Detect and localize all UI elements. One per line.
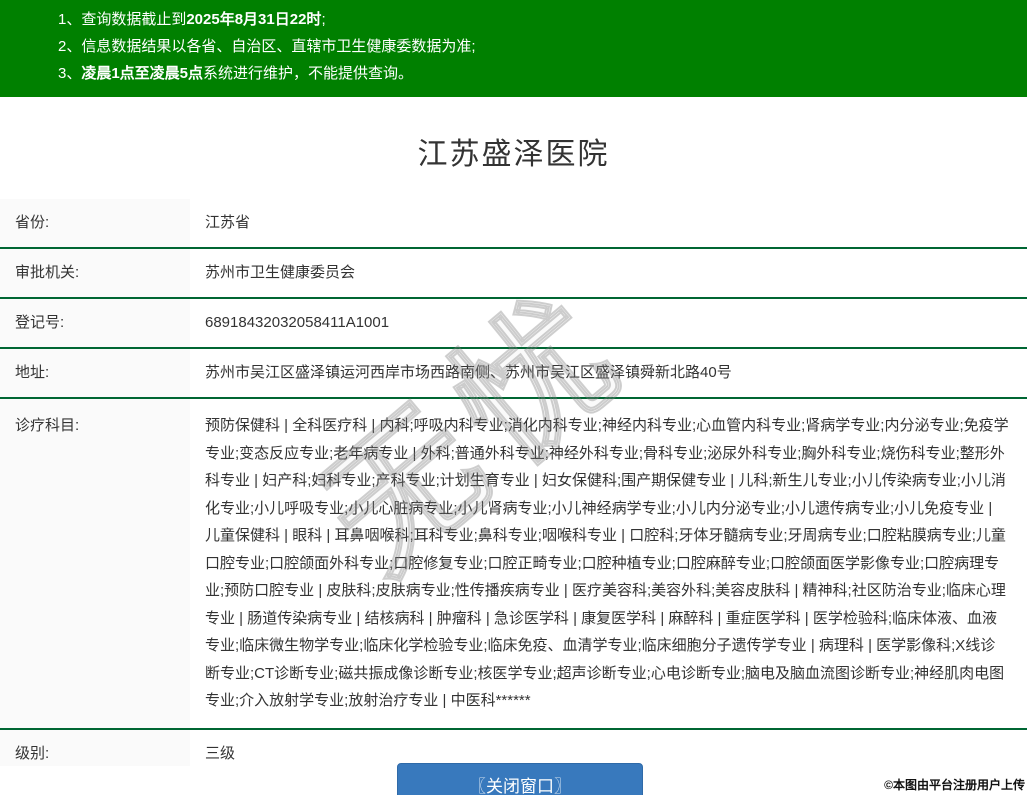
- address-value: 苏州市吴江区盛泽镇运河西岸市场西路南侧、苏州市吴江区盛泽镇舜新北路40号: [205, 364, 732, 381]
- level-value: 三级: [205, 744, 236, 762]
- departments-label: 诊疗科目:: [0, 399, 190, 728]
- info-row-approval-authority: 审批机关: 苏州市卫生健康委员会: [0, 249, 1027, 299]
- notice-line-1: 1、查询数据截止到2025年8月31日22时;: [58, 6, 1017, 33]
- close-window-button[interactable]: 〖关闭窗口〗: [397, 763, 643, 795]
- info-row-level: 级别: 三级: [0, 729, 1027, 766]
- info-row-province: 省份: 江苏省: [0, 199, 1027, 249]
- hospital-query-result-page: 1、查询数据截止到2025年8月31日22时; 2、信息数据结果以各省、自治区、…: [0, 0, 1027, 795]
- notice-1-suffix: ;: [321, 11, 326, 28]
- notice-1-text: 1、查询数据截止到: [58, 11, 187, 28]
- notice-2-text: 2、信息数据结果以各省、自治区、直辖市卫生健康委数据为准;: [58, 38, 476, 55]
- notice-line-3: 3、凌晨1点至凌晨5点系统进行维护，不能提供查询。: [58, 60, 1017, 87]
- info-row-registration-number: 登记号: 68918432032058411A1001: [0, 299, 1027, 349]
- registration-number-value: 68918432032058411A1001: [205, 314, 390, 331]
- province-value: 江苏省: [205, 214, 251, 231]
- notice-line-2: 2、信息数据结果以各省、自治区、直辖市卫生健康委数据为准;: [58, 33, 1017, 60]
- info-row-address: 地址: 苏州市吴江区盛泽镇运河西岸市场西路南侧、苏州市吴江区盛泽镇舜新北路40号: [0, 349, 1027, 399]
- level-label: 级别:: [0, 729, 190, 766]
- notice-3-suffix: 系统进行维护，不能提供查询。: [203, 65, 414, 82]
- hospital-info-table: 省份: 江苏省 审批机关: 苏州市卫生健康委员会 登记号: 6891843203…: [0, 199, 1027, 766]
- registration-number-label: 登记号:: [0, 299, 190, 347]
- province-label: 省份:: [0, 199, 190, 247]
- approval-authority-label: 审批机关:: [0, 249, 190, 297]
- notice-1-bold: 2025年8月31日22时: [186, 11, 322, 28]
- notice-banner: 1、查询数据截止到2025年8月31日22时; 2、信息数据结果以各省、自治区、…: [0, 0, 1027, 97]
- departments-value: 预防保健科 | 全科医疗科 | 内科;呼吸内科专业;消化内科专业;神经内科专业;…: [205, 417, 1009, 709]
- approval-authority-value: 苏州市卫生健康委员会: [205, 264, 356, 281]
- info-row-departments: 诊疗科目: 预防保健科 | 全科医疗科 | 内科;呼吸内科专业;消化内科专业;神…: [0, 399, 1027, 730]
- hospital-name-title: 江苏盛泽医院: [417, 138, 610, 171]
- notice-3-bold: 凌晨1点至凌晨5点: [81, 65, 204, 82]
- notice-3-text: 3、: [58, 65, 82, 82]
- attribution-text: ©本图由平台注册用户上传: [884, 778, 1025, 792]
- address-label: 地址:: [0, 349, 190, 397]
